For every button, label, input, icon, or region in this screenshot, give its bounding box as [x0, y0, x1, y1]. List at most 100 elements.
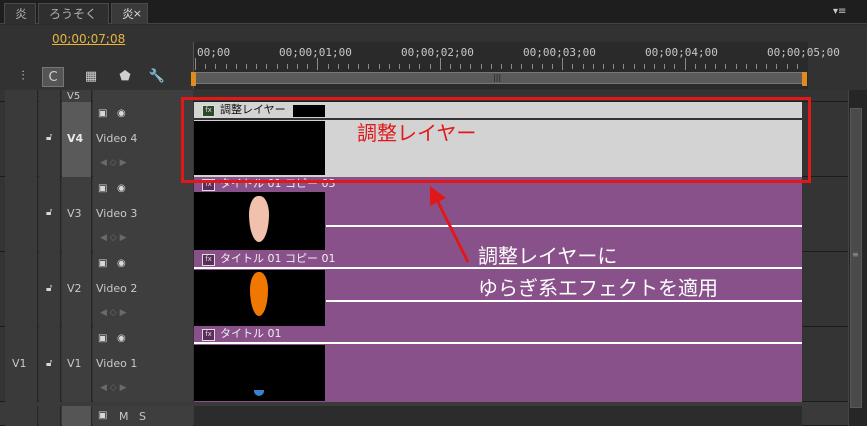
ruler-tick — [756, 64, 757, 69]
annotation-note-line1: 調整レイヤーに — [478, 244, 618, 268]
ruler-tick — [439, 58, 441, 70]
ruler-tick — [450, 64, 451, 69]
solo-toggle[interactable]: S — [139, 410, 146, 423]
ruler-tick — [664, 64, 666, 69]
source-track-v1[interactable]: V1 — [12, 357, 27, 370]
keyframe-prev-icon[interactable]: ◀ ◇ ▶ — [100, 158, 127, 168]
scroll-grip-icon: ≡ — [852, 250, 859, 259]
lock-cell — [39, 90, 61, 102]
source-cell[interactable] — [5, 252, 38, 327]
tab-rousoku[interactable]: ろうそく — [38, 3, 109, 24]
close-icon[interactable]: × — [133, 4, 142, 24]
keyframe-prev-icon[interactable]: ◀ ◇ ▶ — [100, 383, 127, 393]
ruler-label: 00;00;01;00 — [279, 46, 352, 59]
ruler-tick — [195, 58, 196, 70]
add-marker-icon[interactable]: ▦ — [80, 67, 102, 87]
ruler-tick — [562, 58, 564, 70]
lock-icon[interactable]: 🔓︎ — [46, 283, 52, 294]
ruler-tick — [572, 64, 574, 69]
ruler-tick — [541, 64, 543, 69]
ruler-tick — [735, 64, 737, 69]
track-id-v2: V2 — [67, 282, 82, 295]
keyframe-prev-icon[interactable]: ◀ ◇ ▶ — [100, 233, 127, 243]
film-icon[interactable]: ▣ — [98, 183, 107, 194]
ruler-tick — [286, 64, 288, 69]
ruler-tick — [582, 64, 584, 69]
track-name-video1: Video 1 — [96, 357, 138, 370]
ruler-tick — [654, 64, 655, 69]
eye-icon[interactable]: ◉ — [117, 258, 126, 269]
clip-name: タイトル 01 コピー 01 — [220, 252, 336, 265]
track-area-audio[interactable] — [194, 406, 802, 426]
ruler-label: 00;00;02;00 — [401, 46, 474, 59]
ruler-tick — [348, 64, 349, 69]
ruler-tick — [368, 64, 370, 69]
ruler-tick — [215, 64, 217, 69]
mute-toggle[interactable]: M — [119, 410, 129, 423]
ruler-tick — [399, 64, 400, 69]
eye-icon[interactable]: ◉ — [117, 108, 126, 119]
ruler-label: 00;00;04;00 — [645, 46, 718, 59]
source-cell[interactable] — [5, 177, 38, 252]
ruler-tick — [501, 64, 502, 69]
clip-header: fx タイトル 01 — [194, 327, 288, 341]
tab-label: ろうそく — [49, 7, 98, 21]
tab-honoo-active[interactable]: 炎 × — [111, 3, 148, 24]
film-icon[interactable]: ▣ — [98, 410, 107, 421]
track-header-cell — [93, 90, 193, 102]
track-id-v1: V1 — [67, 357, 82, 370]
lock-icon[interactable]: 🔓︎ — [46, 358, 52, 369]
source-cell — [5, 406, 38, 426]
source-cell[interactable] — [5, 102, 38, 177]
ruler-tick — [235, 64, 237, 69]
film-icon[interactable]: ▣ — [98, 333, 107, 344]
track-name-video2: Video 2 — [96, 282, 138, 295]
ruler-tick — [327, 64, 329, 69]
track-id-v5: V5 — [67, 91, 81, 102]
annotation-arrow — [430, 186, 470, 263]
ruler-tick — [796, 64, 798, 69]
track-id-v3: V3 — [67, 207, 82, 220]
lock-cell — [39, 406, 61, 426]
fx-icon: fx — [202, 329, 215, 341]
eye-icon[interactable]: ◉ — [117, 333, 126, 344]
track-id-cell — [62, 406, 92, 426]
work-area-grip[interactable]: ||| — [493, 73, 501, 82]
ruler-tick — [419, 64, 421, 69]
keyframe-prev-icon[interactable]: ◀ ◇ ▶ — [100, 308, 127, 318]
clip-name: タイトル 01 — [220, 327, 282, 340]
ruler-tick — [603, 64, 604, 69]
wrench-icon[interactable]: 🔧 — [146, 67, 168, 87]
ruler-tick — [786, 64, 788, 69]
track-name-video3: Video 3 — [96, 207, 138, 220]
marker-icon[interactable]: ⬟ — [114, 67, 136, 87]
work-area-start-handle[interactable] — [191, 72, 196, 86]
linked-selection-icon[interactable]: C — [42, 67, 64, 87]
film-icon[interactable]: ▣ — [98, 108, 107, 119]
ruler-tick — [225, 64, 227, 69]
source-cell — [5, 90, 38, 102]
eye-icon[interactable]: ◉ — [117, 183, 126, 194]
panel-menu-icon[interactable]: ▾≡ — [833, 6, 846, 17]
clip-divider — [326, 225, 802, 227]
ruler-tick — [766, 64, 768, 69]
annotation-box — [181, 97, 811, 183]
lock-icon[interactable]: 🔓︎ — [46, 207, 52, 218]
ruler-tick — [531, 64, 533, 69]
ruler-tick — [511, 64, 513, 69]
film-icon[interactable]: ▣ — [98, 258, 107, 269]
ruler-tick — [460, 64, 462, 69]
timecode-display[interactable]: 00;00;07;08 — [52, 32, 125, 46]
ruler-tick — [745, 64, 747, 69]
tab-label: 炎 — [15, 7, 28, 21]
work-area-end-handle[interactable] — [802, 72, 807, 86]
tab-honoo-1[interactable]: 炎 — [4, 3, 36, 24]
lock-icon[interactable]: 🔓︎ — [46, 132, 52, 143]
ruler-tick — [297, 64, 298, 69]
ruler-tick — [358, 64, 360, 69]
snap-icon[interactable]: ⫶ — [12, 67, 34, 87]
ruler-tick — [521, 64, 523, 69]
ruler-tick — [388, 64, 390, 69]
ruler-tick — [205, 64, 207, 69]
ruler-tick — [266, 64, 268, 69]
